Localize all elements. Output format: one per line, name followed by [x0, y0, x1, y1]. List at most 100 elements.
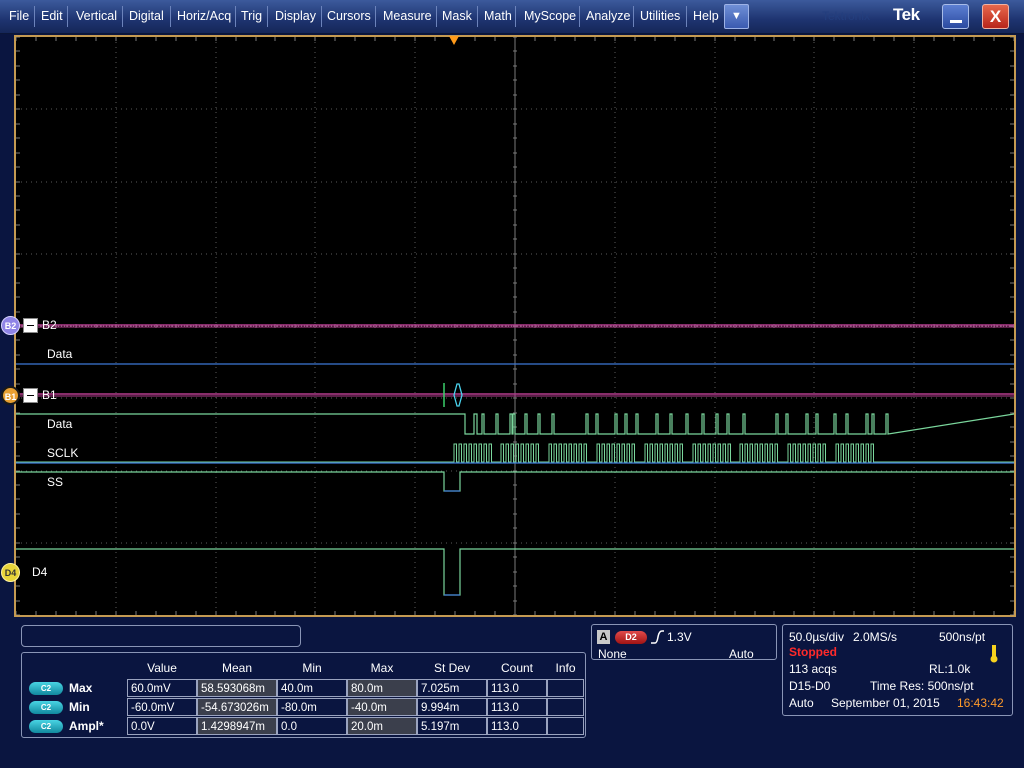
menu-measure[interactable]: Measure	[379, 0, 436, 33]
meas-header-mean: Mean	[221, 661, 253, 675]
d4-label: D4	[32, 565, 48, 579]
menu-vertical[interactable]: Vertical	[72, 0, 121, 33]
meas-header-stdev: St Dev	[433, 661, 470, 675]
measurement-cell-mean: -54.673026m	[197, 698, 277, 716]
measurement-name: Ampl*	[69, 719, 104, 733]
menu-horiz-acq[interactable]: Horiz/Acq	[173, 0, 235, 33]
meas-header-count: Count	[500, 661, 534, 675]
channel-c2-badge[interactable]: C2	[29, 682, 63, 695]
measurement-cell-max: -40.0m	[347, 698, 417, 716]
b1-data-label: Data	[47, 417, 73, 431]
measurement-cell-stdev: 9.994m	[417, 698, 487, 716]
waveform-display[interactable]	[14, 35, 1016, 617]
menu-display[interactable]: Display	[271, 0, 320, 33]
measurement-cell-value: 0.0V	[127, 717, 197, 735]
measurement-name: Max	[69, 681, 93, 695]
measurement-cell-stdev: 7.025m	[417, 679, 487, 697]
minimize-icon	[950, 20, 962, 23]
channel-c2-badge[interactable]: C2	[29, 701, 63, 714]
sclk-label: SCLK	[47, 446, 79, 460]
menu-file[interactable]: File	[5, 0, 33, 33]
bus-b1-marker[interactable]: B1	[1, 386, 20, 405]
menu-separator	[515, 6, 516, 27]
menu-separator	[170, 6, 171, 27]
menu-cursors[interactable]: Cursors	[323, 0, 375, 33]
menu-utilities[interactable]: Utilities	[636, 0, 684, 33]
digital-channels: D15-D0	[789, 679, 831, 693]
measurement-cell-info	[547, 717, 584, 735]
menu-separator	[633, 6, 634, 27]
menu-separator	[579, 6, 580, 27]
bus-b1-collapse-button[interactable]	[23, 388, 38, 403]
trigger-level: 1.3V	[667, 630, 692, 644]
menu-separator	[477, 6, 478, 27]
message-panel[interactable]	[21, 625, 301, 647]
bus-b2-collapse-button[interactable]	[23, 318, 38, 333]
time: 16:43:42	[957, 696, 1004, 710]
measurement-cell-max: 20.0m	[347, 717, 417, 735]
meas-header-max: Max	[370, 661, 394, 675]
measurement-cell-count: 113.0	[487, 717, 547, 735]
sclk-trace	[16, 443, 1014, 463]
time-resolution: Time Res: 500ns/pt	[870, 679, 974, 693]
date: September 01, 2015	[831, 696, 940, 710]
menu-separator	[34, 6, 35, 27]
channel-c2-badge[interactable]: C2	[29, 720, 63, 733]
measurement-cell-value: 60.0mV	[127, 679, 197, 697]
measurement-cell-mean: 58.593068m	[197, 679, 277, 697]
d4-trace	[16, 548, 1014, 596]
measurement-cell-count: 113.0	[487, 698, 547, 716]
menu-bar: File Edit Vertical Digital Horiz/Acq Tri…	[0, 0, 1024, 34]
menu-edit[interactable]: Edit	[37, 0, 67, 33]
bus-b2-marker[interactable]: B2	[1, 316, 20, 335]
minus-icon	[27, 325, 34, 326]
d4-marker[interactable]: D4	[1, 563, 20, 582]
b2-data-label: Data	[47, 347, 73, 361]
ss-label: SS	[47, 475, 64, 489]
minus-icon	[27, 395, 34, 396]
measurement-cell-mean: 1.4298947m	[197, 717, 277, 735]
menu-mask[interactable]: Mask	[438, 0, 476, 33]
thermometer-icon	[990, 645, 998, 663]
acquisition-count: 113 acqs	[789, 662, 837, 676]
meas-header-info: Info	[555, 661, 576, 675]
watermark-text: Tektronix	[822, 9, 871, 23]
ss-trace	[16, 471, 1014, 492]
meas-header-value: Value	[147, 661, 177, 675]
menu-help[interactable]: Help	[689, 0, 723, 33]
measurement-cell-max: 80.0m	[347, 679, 417, 697]
trigger-position-icon[interactable]	[449, 36, 459, 45]
menu-separator	[267, 6, 268, 27]
bus-b1-packet	[453, 383, 463, 407]
menu-analyze[interactable]: Analyze	[582, 0, 634, 33]
time-per-point: 500ns/pt	[939, 630, 986, 644]
measurement-cell-info	[547, 679, 584, 697]
trigger-mode: Auto	[729, 647, 754, 661]
menu-separator	[122, 6, 123, 27]
b1-data-trace	[16, 413, 1014, 435]
menu-separator	[686, 6, 687, 27]
menu-separator	[436, 6, 437, 27]
menu-dropdown-button[interactable]: ▼	[724, 4, 749, 29]
rising-edge-icon	[651, 630, 664, 644]
minimize-button[interactable]	[942, 4, 969, 29]
menu-separator	[67, 6, 68, 27]
measurement-cell-info	[547, 698, 584, 716]
menu-myscope[interactable]: MyScope	[520, 0, 580, 33]
close-button[interactable]: X	[982, 4, 1009, 29]
menu-trig[interactable]: Trig	[237, 0, 266, 33]
trigger-mode-letter: A	[597, 630, 610, 644]
timebase: 50.0µs/div	[789, 630, 844, 644]
measurement-cell-min: 40.0m	[277, 679, 347, 697]
measurement-cell-min: 0.0	[277, 717, 347, 735]
measurement-cell-count: 113.0	[487, 679, 547, 697]
menu-separator	[321, 6, 322, 27]
trigger-source-badge: D2	[615, 631, 647, 644]
bus-b2-label: B2	[42, 318, 57, 332]
menu-separator	[375, 6, 376, 27]
acquisition-mode: Auto	[789, 696, 814, 710]
bus-b1-label: B1	[42, 388, 57, 402]
menu-digital[interactable]: Digital	[125, 0, 168, 33]
menu-math[interactable]: Math	[480, 0, 516, 33]
tek-logo: Tek	[893, 5, 920, 24]
